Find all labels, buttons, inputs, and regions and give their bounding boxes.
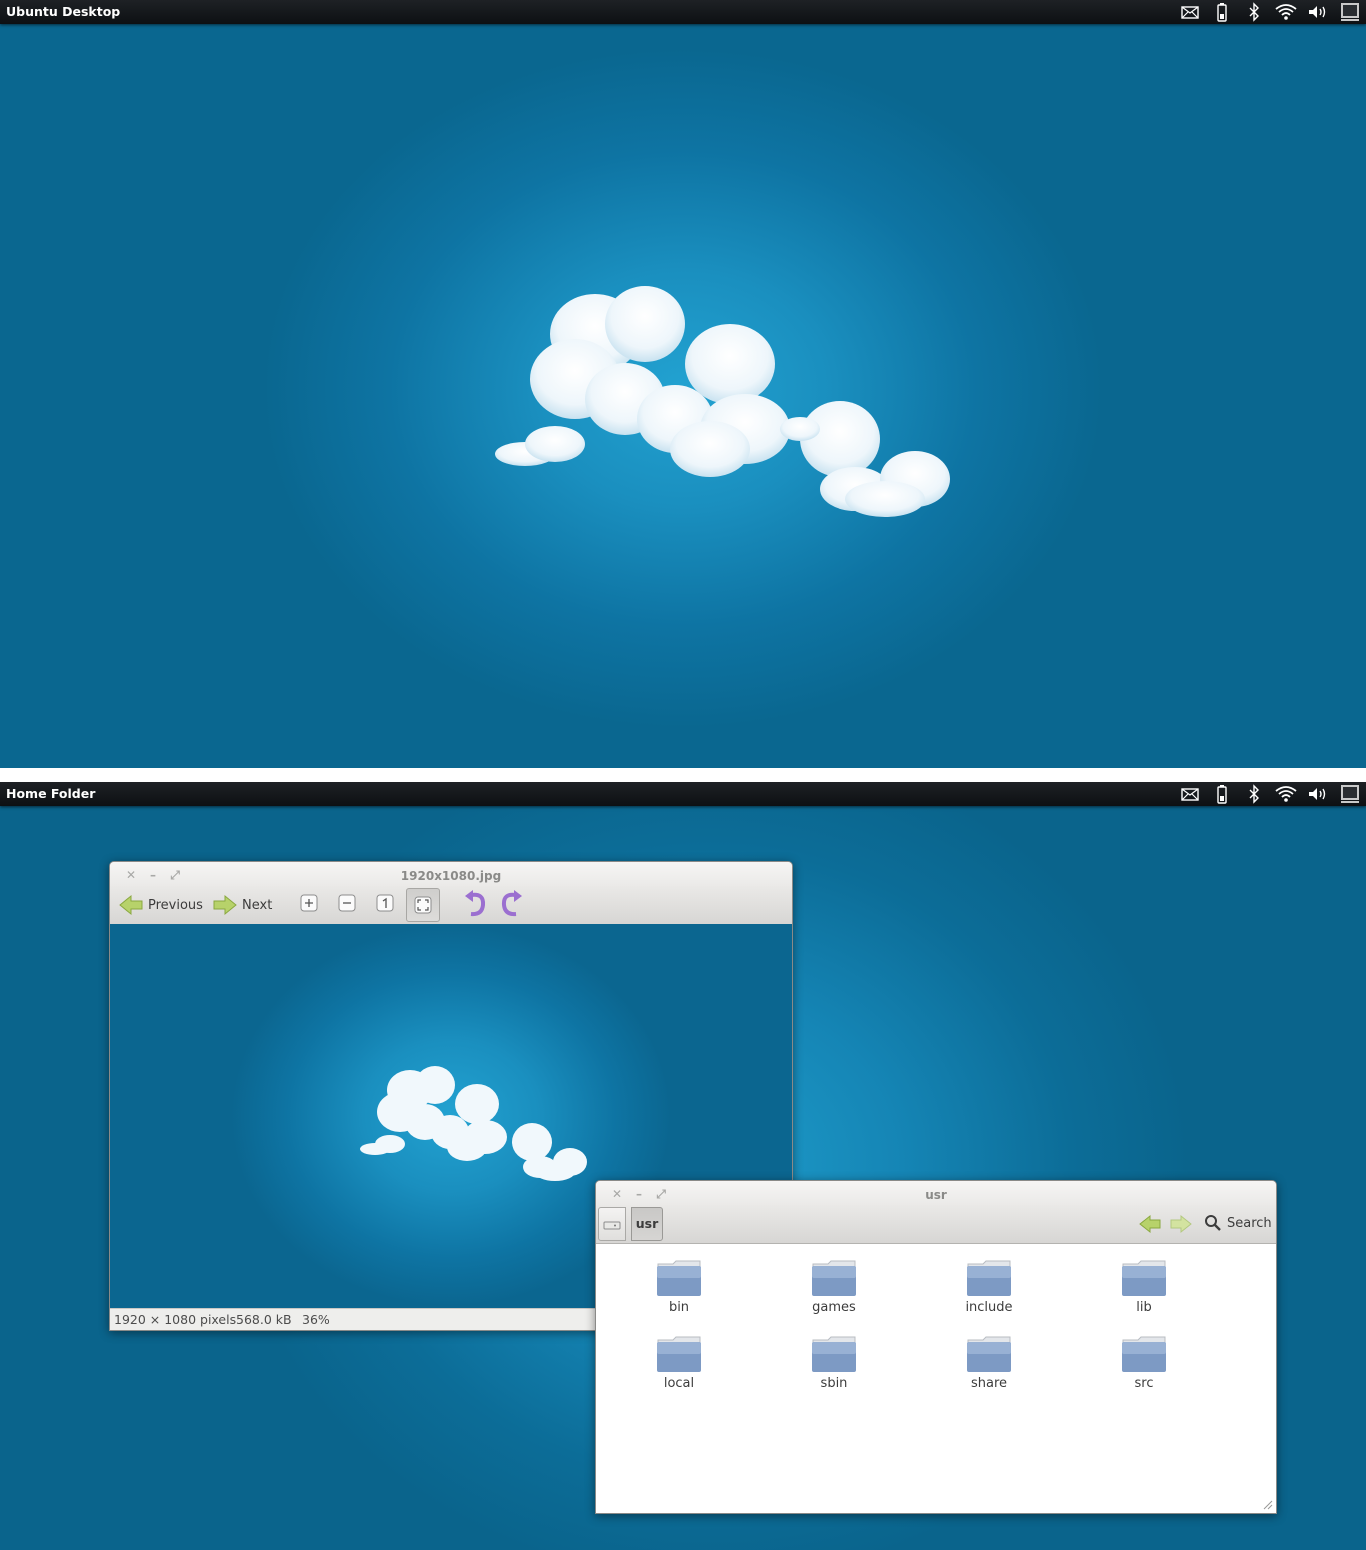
folder-item[interactable]: lib [1089,1258,1199,1315]
search-button[interactable]: Search [1204,1214,1272,1232]
next-button[interactable]: Next [213,890,272,920]
battery-icon[interactable] [1215,782,1229,806]
arrow-left-icon [119,894,143,916]
window-title: 1920x1080.jpg [400,869,502,883]
bluetooth-icon[interactable] [1247,0,1261,24]
volume-icon[interactable] [1307,0,1329,24]
zoom-out-button[interactable] [337,893,357,913]
files-toolbar: usr Search [596,1205,1276,1244]
bluetooth-icon[interactable] [1247,782,1261,806]
folder-icon [1122,1260,1166,1296]
cloud-image [360,1066,587,1181]
zoom-in-icon [300,894,318,912]
folder-icon [967,1260,1011,1296]
breadcrumb-usr[interactable]: usr [631,1207,663,1241]
folder-icon [812,1260,856,1296]
resize-grip-icon[interactable] [1263,1500,1273,1510]
previous-label: Previous [148,897,203,913]
folder-item[interactable]: games [779,1258,889,1315]
forward-button[interactable] [1170,1214,1192,1238]
folder-label: include [965,1300,1013,1315]
folder-label: share [970,1376,1008,1391]
folder-icon [1122,1336,1166,1372]
folder-icon [812,1336,856,1372]
folder-icon [657,1260,701,1296]
folder-label: sbin [820,1376,848,1391]
panel-title: Ubuntu Desktop [6,4,121,19]
next-label: Next [242,897,273,913]
rotate-right-button[interactable] [499,890,525,918]
folder-label: bin [668,1300,690,1315]
drive-icon [603,1221,621,1230]
cloud-image [495,286,950,517]
folder-label: games [812,1300,856,1315]
best-fit-button[interactable] [406,888,440,922]
folder-icon [967,1336,1011,1372]
rotate-left-button[interactable] [462,890,488,918]
rotate-right-icon [501,890,522,917]
folder-item[interactable]: bin [624,1258,734,1315]
top-screen: Ubuntu Desktop [0,0,1366,768]
image-dimensions: 1920 × 1080 pixels [114,1312,237,1327]
back-button[interactable] [1139,1214,1161,1238]
arrow-right-icon [213,894,237,916]
folder-item[interactable]: share [934,1334,1044,1391]
file-grid[interactable]: bin games include lib local sbin share s… [596,1244,1276,1513]
file-manager-window[interactable]: ✕ – ⤢ usr usr Search bin games include l… [595,1180,1277,1514]
desktop-wallpaper [0,24,1366,768]
previous-button[interactable]: Previous [119,890,203,920]
wifi-icon[interactable] [1274,0,1298,24]
bottom-screen: Home Folder ✕ – ⤢ 1920x1080.jpg Previous… [0,782,1366,1550]
folder-item[interactable]: src [1089,1334,1199,1391]
folder-item[interactable]: local [624,1334,734,1391]
arrow-right-icon [1170,1214,1192,1234]
rotate-left-icon [465,890,486,917]
panel-title: Home Folder [6,786,96,801]
best-fit-icon [414,896,432,914]
mail-icon[interactable] [1180,0,1200,24]
window-title: usr [925,1188,947,1202]
folder-item[interactable]: sbin [779,1334,889,1391]
session-icon[interactable] [1339,0,1361,24]
search-label: Search [1227,1215,1272,1231]
top-panel: Ubuntu Desktop [0,0,1366,24]
battery-icon[interactable] [1215,0,1229,24]
zoom-out-icon [338,894,356,912]
volume-icon[interactable] [1307,782,1329,806]
zoom-in-button[interactable] [299,893,319,913]
image-file-size: 568.0 kB [236,1312,292,1327]
folder-item[interactable]: include [934,1258,1044,1315]
arrow-left-icon [1139,1214,1161,1234]
search-icon [1205,1215,1221,1231]
folder-icon [657,1336,701,1372]
session-icon[interactable] [1339,782,1361,806]
viewer-toolbar: Previous Next [110,886,792,925]
breadcrumb-root[interactable] [598,1207,626,1241]
top-panel: Home Folder [0,782,1366,806]
folder-label: lib [1136,1300,1152,1315]
zoom-level: 36% [302,1312,330,1327]
normal-size-icon [376,894,394,912]
normal-size-button[interactable] [375,893,395,913]
wifi-icon[interactable] [1274,782,1298,806]
folder-label: local [663,1376,695,1391]
desktop-wallpaper: ✕ – ⤢ 1920x1080.jpg Previous Next 1920 ×… [0,806,1366,1550]
folder-label: src [1134,1376,1154,1391]
mail-icon[interactable] [1180,782,1200,806]
